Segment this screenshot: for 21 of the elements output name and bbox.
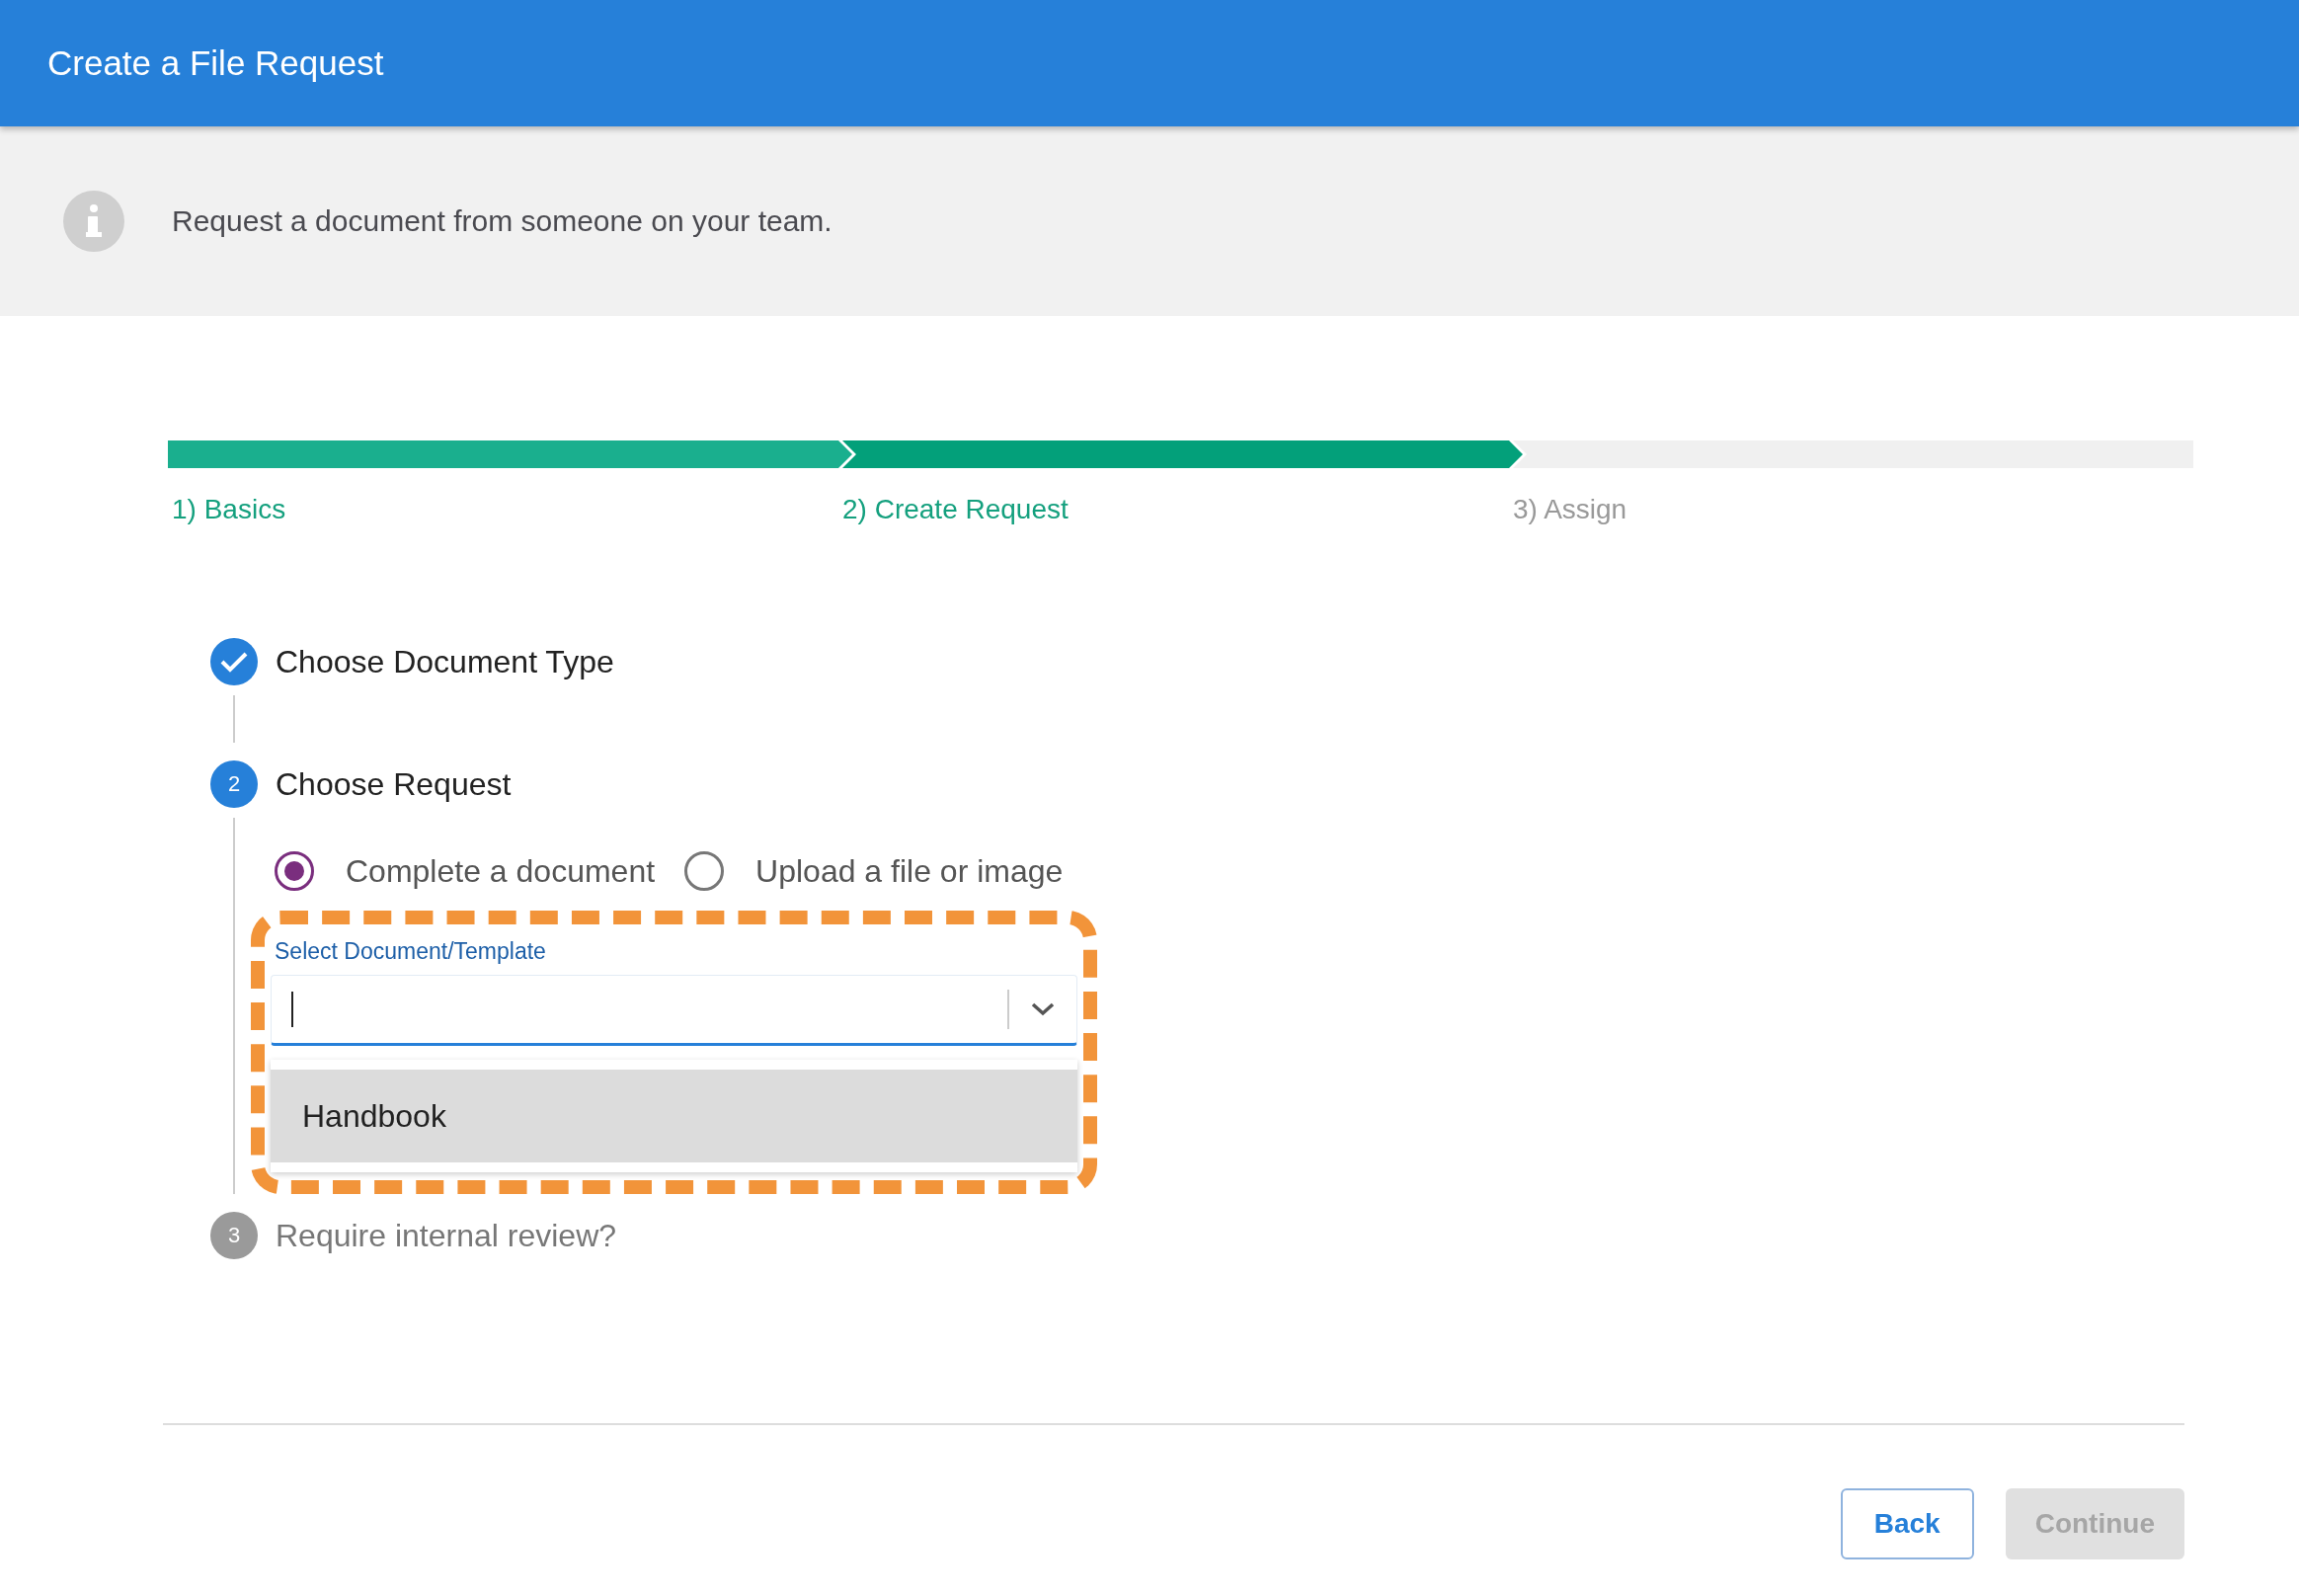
info-icon xyxy=(63,191,124,252)
progress-label: 3) Assign xyxy=(1512,494,1628,525)
progress-label: 2) Create Request xyxy=(841,494,1070,525)
field-label: Select Document/Template xyxy=(275,938,547,965)
step-title: Require internal review? xyxy=(276,1217,617,1254)
radio-option[interactable]: Complete a document xyxy=(275,851,656,891)
radio-option[interactable]: Upload a file or image xyxy=(684,851,1064,891)
radio-icon[interactable] xyxy=(684,851,725,891)
radio-icon[interactable] xyxy=(275,851,314,891)
back-button[interactable]: Back xyxy=(1840,1488,1974,1559)
step-title: Choose Document Type xyxy=(276,643,614,680)
chevron-down-icon[interactable] xyxy=(1031,1002,1055,1016)
page-title: Create a File Request xyxy=(47,43,384,83)
info-text: Request a document from someone on your team. xyxy=(172,204,832,238)
step-title: Choose Request xyxy=(276,765,512,803)
step-number: 3 xyxy=(210,1212,258,1259)
text-cursor xyxy=(291,992,293,1027)
step-number: 2 xyxy=(210,760,258,808)
progress-label: 1) Basics xyxy=(171,494,287,525)
dropdown-option[interactable]: Handbook xyxy=(271,1070,1077,1162)
select-field[interactable] xyxy=(271,975,1077,1046)
